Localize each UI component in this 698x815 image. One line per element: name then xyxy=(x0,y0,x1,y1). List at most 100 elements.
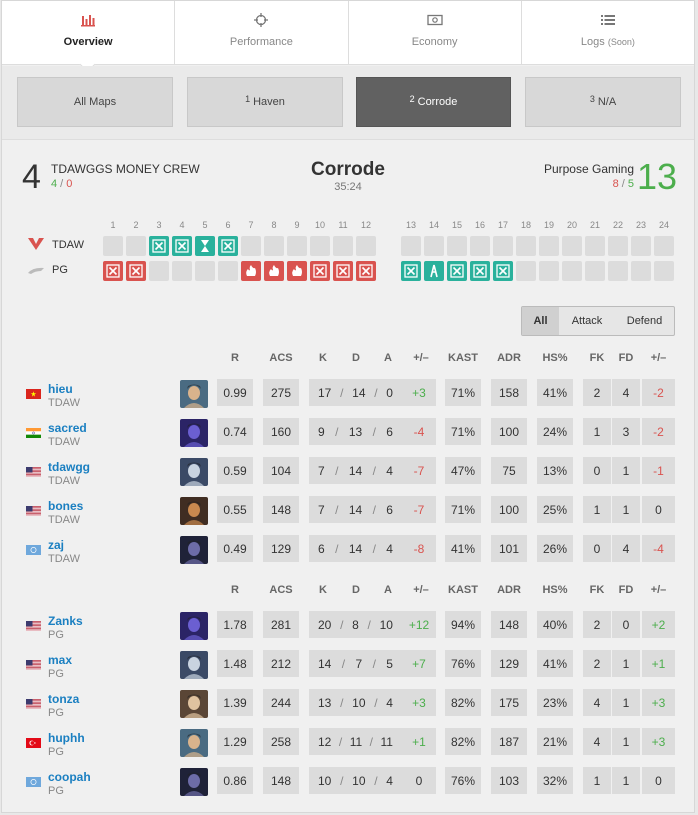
stat-r: 0.99 xyxy=(217,379,253,406)
column-header: K xyxy=(319,352,327,364)
round-number: 24 xyxy=(658,220,669,230)
stat-fd-value: 1 xyxy=(622,695,630,710)
player-row: bones TDAW 0.55 148 7 / 14 / 6 -7 71% 100 25% 1 1 0 xyxy=(2,496,694,537)
round-number: 10 xyxy=(314,220,325,230)
map-na[interactable]: 3 N/A xyxy=(525,77,681,127)
column-header: K xyxy=(319,584,327,596)
round-empty-team2 xyxy=(562,261,582,281)
player-name-link[interactable]: tdawgg xyxy=(48,460,90,474)
player-name-link[interactable]: Zanks xyxy=(48,614,83,628)
flag-icon xyxy=(26,776,41,787)
column-header: +/– xyxy=(650,584,667,596)
team2-stats-table: R ACS K D A +/– KAST ADR HS% FK FD +/– Zanks PG 1.78 28… xyxy=(2,584,694,799)
side-filter: All Attack Defend xyxy=(521,306,675,336)
filter-attack-button[interactable]: Attack xyxy=(559,307,615,335)
round-win-team1 xyxy=(149,236,169,256)
defuse-icon xyxy=(427,264,441,278)
round-empty-team1 xyxy=(310,236,330,256)
filter-all-button[interactable]: All xyxy=(522,307,559,335)
stat-fpm: +1 xyxy=(642,650,675,677)
tab-performance[interactable]: Performance xyxy=(175,1,349,64)
kda-sep: / xyxy=(340,385,344,400)
stat-fd-value: 1 xyxy=(622,734,630,749)
stat-fpm-value: 0 xyxy=(655,502,662,517)
player-row: tonza PG 1.39 244 13 / 10 / 4 +3 82% 175 23% 4 1 +3 xyxy=(2,689,694,730)
round-number: 23 xyxy=(635,220,646,230)
deaths: 14 xyxy=(348,463,363,478)
player-team: PG xyxy=(48,629,64,641)
round-number: 17 xyxy=(497,220,508,230)
map-na-num: 3 xyxy=(589,94,595,104)
stat-fpm-value: +3 xyxy=(651,695,666,710)
player-row: hieu TDAW 0.99 275 17 / 14 / 0 +3 71% 158 41% 2 4 -2 xyxy=(2,379,694,420)
tab-performance-label: Performance xyxy=(229,36,293,48)
map-all[interactable]: All Maps xyxy=(17,77,173,127)
stat-fd-value: 4 xyxy=(622,541,630,556)
flag-icon xyxy=(26,544,41,555)
stat-r-value: 0.86 xyxy=(223,773,247,788)
round-number: 4 xyxy=(179,220,185,230)
team2-half-b: 5 xyxy=(627,178,634,190)
deaths: 14 xyxy=(348,541,363,556)
agent-portrait xyxy=(180,458,208,486)
elimination-icon xyxy=(175,239,189,253)
stat-kast: 76% xyxy=(445,767,481,794)
stat-fk-value: 4 xyxy=(593,734,601,749)
deaths: 13 xyxy=(348,424,363,439)
map-haven[interactable]: 1 Haven xyxy=(187,77,343,127)
kda-cell: 9 / 13 / 6 xyxy=(309,418,402,445)
stat-adr-value: 101 xyxy=(498,541,520,556)
tab-overview[interactable]: Overview xyxy=(2,1,176,64)
player-name-link[interactable]: bones xyxy=(48,499,83,513)
filter-defend-button[interactable]: Defend xyxy=(615,307,674,335)
stat-fpm: -1 xyxy=(642,457,675,484)
round-empty-team1 xyxy=(562,236,582,256)
agent-portrait xyxy=(180,651,208,679)
stat-kast: 82% xyxy=(445,689,481,716)
map-corrode[interactable]: 2 Corrode xyxy=(356,77,511,127)
player-name-link[interactable]: zaj xyxy=(48,538,64,552)
deaths: 11 xyxy=(349,734,363,749)
stat-kast: 82% xyxy=(445,728,481,755)
stat-fpm: -2 xyxy=(642,418,675,445)
stat-hs: 26% xyxy=(537,535,573,562)
agent-portrait xyxy=(180,497,208,525)
assists: 6 xyxy=(386,424,393,439)
stat-fd-value: 1 xyxy=(622,463,630,478)
player-name-link[interactable]: max xyxy=(48,653,72,667)
kda-sep: / xyxy=(372,424,376,439)
kills: 20 xyxy=(318,617,332,632)
stat-adr: 100 xyxy=(491,496,527,523)
stat-adr: 100 xyxy=(491,418,527,445)
round-empty-team1 xyxy=(447,236,467,256)
player-name-link[interactable]: huphh xyxy=(48,731,85,745)
player-name-link[interactable]: tonza xyxy=(48,692,79,706)
player-name-link[interactable]: hieu xyxy=(48,382,73,396)
stat-pm-value: 0 xyxy=(415,773,423,788)
agent-portrait xyxy=(180,380,208,408)
stat-r-value: 0.59 xyxy=(223,463,247,478)
kda-sep: / xyxy=(340,617,344,632)
stat-fpm-value: +2 xyxy=(651,617,666,632)
elimination-icon xyxy=(359,264,373,278)
player-team: TDAW xyxy=(48,553,80,565)
player-row: zaj TDAW 0.49 129 6 / 14 / 4 -8 41% 101 26% 0 4 -4 xyxy=(2,535,694,576)
tab-logs[interactable]: Logs (Soon) xyxy=(522,1,694,64)
stat-hs-value: 23% xyxy=(542,695,568,710)
team1-stats-table: R ACS K D A +/– KAST ADR HS% FK FD +/– hieu TDAW 0.99 2… xyxy=(2,352,694,567)
column-header: R xyxy=(231,352,239,364)
column-header: KAST xyxy=(448,352,478,364)
stat-fd: 1 xyxy=(612,650,640,677)
stat-r-value: 0.74 xyxy=(223,424,247,439)
round-number: 11 xyxy=(338,220,348,230)
player-name-link[interactable]: coopah xyxy=(48,770,91,784)
tab-economy[interactable]: Economy xyxy=(349,1,522,64)
kills: 12 xyxy=(318,734,332,749)
stat-fd-value: 0 xyxy=(622,617,630,632)
agent-portrait xyxy=(180,768,208,796)
round-win-team2 xyxy=(447,261,467,281)
player-name-link[interactable]: sacred xyxy=(48,421,87,435)
stat-hs: 25% xyxy=(537,496,573,523)
bar-chart-icon xyxy=(80,12,96,28)
tab-overview-label: Overview xyxy=(63,36,113,48)
